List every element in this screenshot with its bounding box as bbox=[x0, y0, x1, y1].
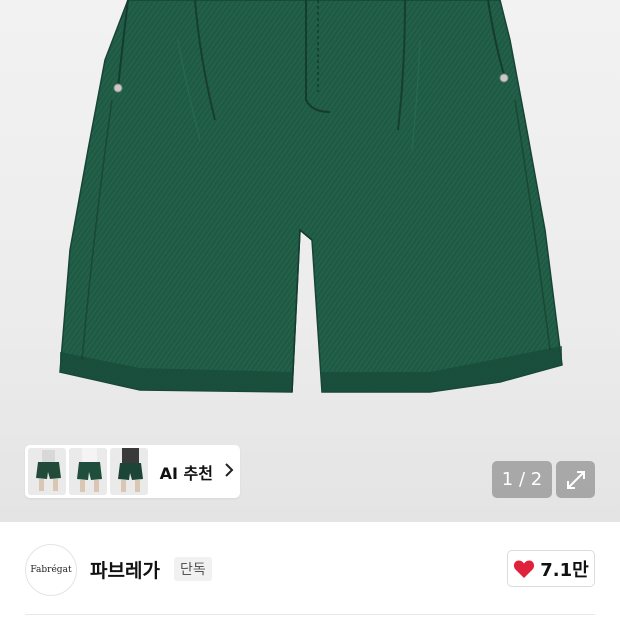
brand-row: Fabrégat 파브레가 단독 7.1만 bbox=[0, 522, 620, 618]
like-button[interactable]: 7.1만 bbox=[507, 550, 595, 587]
shorts-illustration bbox=[59, 0, 563, 393]
brand-logo-text: Fabrégat bbox=[30, 565, 72, 575]
heart-icon bbox=[514, 560, 535, 578]
like-count: 7.1만 bbox=[540, 559, 589, 581]
ai-recommend-bar[interactable]: AI 추천 bbox=[25, 445, 240, 498]
recommend-thumbnail[interactable] bbox=[68, 448, 107, 495]
chevron-right-icon bbox=[224, 462, 234, 482]
ai-recommend-label: AI 추천 bbox=[159, 463, 213, 483]
image-counter: 1 / 2 bbox=[492, 461, 552, 498]
recommend-thumbnail[interactable] bbox=[109, 448, 148, 495]
recommend-thumbnail[interactable] bbox=[28, 448, 66, 495]
exclusive-badge: 단독 bbox=[174, 557, 212, 581]
expand-icon bbox=[566, 470, 585, 489]
product-image[interactable] bbox=[0, 0, 620, 522]
brand-logo[interactable]: Fabrégat bbox=[25, 544, 77, 596]
expand-button[interactable] bbox=[556, 461, 595, 498]
divider bbox=[25, 614, 595, 615]
brand-name[interactable]: 파브레가 bbox=[90, 556, 160, 583]
